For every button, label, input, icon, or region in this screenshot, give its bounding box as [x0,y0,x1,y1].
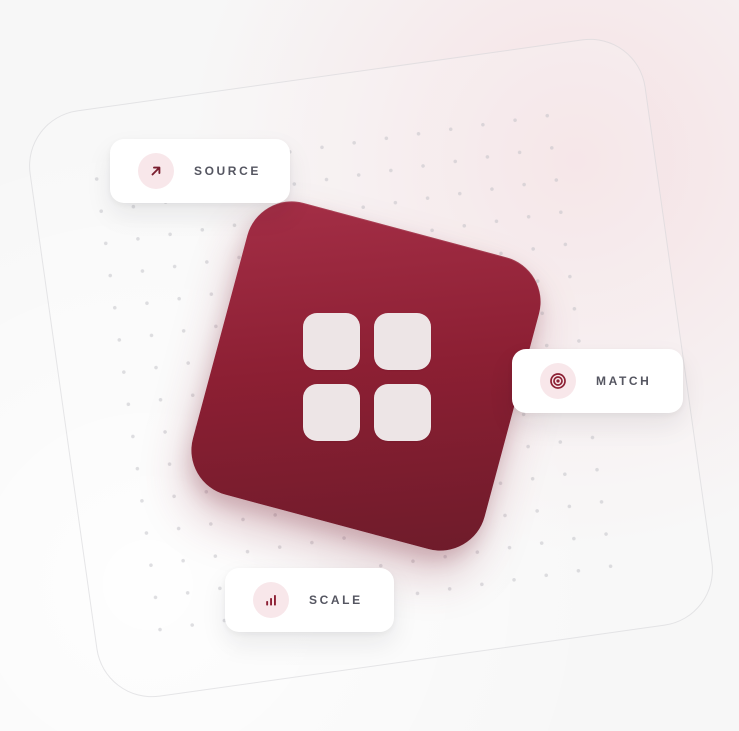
grid-square [303,384,360,441]
arrow-up-right-icon [138,153,174,189]
grid-square [303,313,360,370]
match-pill: MATCH [512,349,683,413]
source-pill: SOURCE [110,139,290,203]
illustration-canvas: SOURCE MATCH SCALE [0,0,739,731]
target-icon [540,363,576,399]
pill-label: MATCH [596,374,652,388]
bar-chart-icon [253,582,289,618]
scale-pill: SCALE [225,568,394,632]
grid-square [374,384,431,441]
pill-label: SOURCE [194,164,261,178]
grid-square [374,313,431,370]
four-squares-grid-icon [303,313,431,441]
pill-label: SCALE [309,593,363,607]
